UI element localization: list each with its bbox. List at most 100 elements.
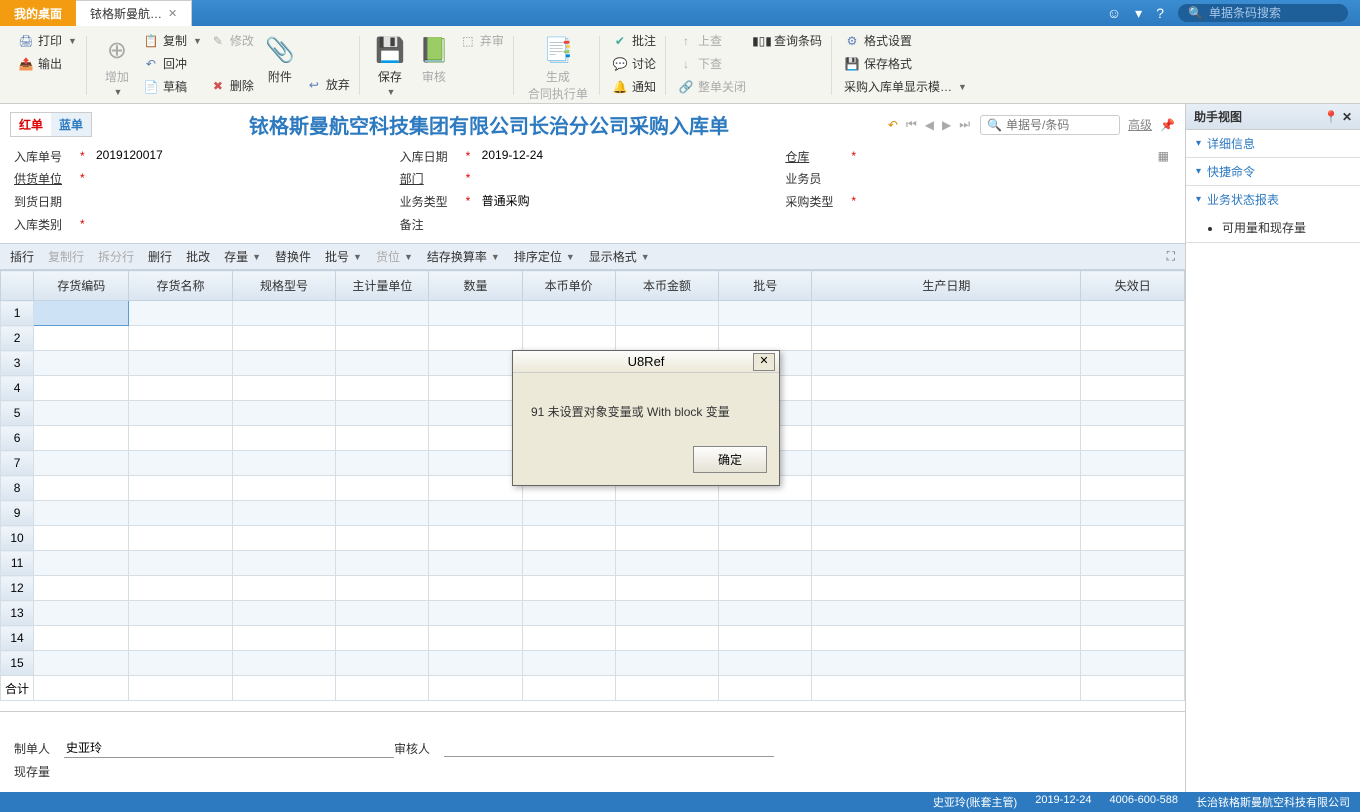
copy-row-button[interactable]: 复制行 [48,248,84,265]
grid-cell[interactable] [522,551,615,576]
grid-cell[interactable] [336,476,429,501]
grid-cell[interactable] [812,351,1081,376]
row-number[interactable]: 14 [1,626,34,651]
grid-cell[interactable] [34,601,129,626]
biz-type-field[interactable]: 普通采购 [480,191,786,211]
top-search-input[interactable] [1209,6,1338,20]
table-row[interactable]: 13 [1,601,1185,626]
receipt-date-field[interactable]: 2019-12-24 [480,147,786,165]
grid-cell[interactable] [34,376,129,401]
row-number[interactable]: 5 [1,401,34,426]
grid-cell[interactable] [34,551,129,576]
grid-cell[interactable] [429,626,522,651]
save-format-button[interactable]: 💾保存格式 [840,53,971,74]
dialog-titlebar[interactable]: U8Ref ✕ [513,351,779,373]
grid-cell[interactable] [1081,526,1185,551]
dialog-ok-button[interactable]: 确定 [693,446,767,473]
receipt-cat-field[interactable] [94,215,400,233]
grid-cell[interactable] [615,576,718,601]
blue-doc-tab[interactable]: 蓝单 [51,113,91,136]
grid-cell[interactable] [812,601,1081,626]
grid-cell[interactable] [336,626,429,651]
close-icon[interactable]: ✕ [168,7,177,20]
grid-cell[interactable] [336,351,429,376]
auditor-field[interactable] [444,739,774,757]
grid-cell[interactable] [336,601,429,626]
location-button[interactable]: 货位▼ [376,248,413,265]
purch-type-field[interactable] [865,192,1171,210]
grid-cell[interactable] [232,601,335,626]
notify-button[interactable]: 🔔通知 [608,76,660,97]
grid-cell[interactable] [522,326,615,351]
grid-cell[interactable] [1081,551,1185,576]
grid-cell[interactable] [615,301,718,326]
grid-cell[interactable] [232,651,335,676]
grid-cell[interactable] [232,476,335,501]
grid-cell[interactable] [812,326,1081,351]
picker-icon[interactable]: ▦ [1158,149,1169,163]
grid-cell[interactable] [34,576,129,601]
grid-cell[interactable] [615,501,718,526]
table-row[interactable]: 1 [1,301,1185,326]
grid-cell[interactable] [429,426,522,451]
grid-cell[interactable] [719,601,812,626]
table-row[interactable]: 9 [1,501,1185,526]
copy-button[interactable]: 📋复制▼ [139,30,206,51]
replace-button[interactable]: 替换件 [275,248,311,265]
draft-button[interactable]: 📄草稿 [139,76,206,97]
grid-cell[interactable] [336,451,429,476]
dept-field[interactable] [480,169,786,187]
grid-cell[interactable] [1081,451,1185,476]
grid-cell[interactable] [336,401,429,426]
grid-cell[interactable] [429,551,522,576]
insert-row-button[interactable]: 插行 [10,248,34,265]
grid-cell[interactable] [336,326,429,351]
grid-cell[interactable] [615,326,718,351]
grid-cell[interactable] [336,526,429,551]
grid-cell[interactable] [1081,576,1185,601]
report-item-avail-stock[interactable]: 可用量和现存量 [1222,217,1360,238]
grid-cell[interactable] [812,476,1081,501]
grid-cell[interactable] [429,451,522,476]
operator-field[interactable] [865,169,1171,187]
top-search-box[interactable]: 🔍 [1178,4,1348,22]
abandon-button[interactable]: ↩放弃 [302,74,354,95]
grid-cell[interactable] [129,651,232,676]
row-number[interactable]: 13 [1,601,34,626]
display-template-select[interactable]: 采购入库单显示模…▼ [840,76,971,97]
grid-cell[interactable] [1081,426,1185,451]
col-expdate[interactable]: 失效日 [1081,271,1185,301]
pin-icon[interactable]: 📌 [1160,118,1175,132]
grid-cell[interactable] [232,376,335,401]
col-proddate[interactable]: 生产日期 [812,271,1081,301]
col-amount[interactable]: 本币金额 [615,271,718,301]
grid-cell[interactable] [232,426,335,451]
grid-cell[interactable] [812,651,1081,676]
receipt-no-field[interactable]: 2019120017 [94,147,400,165]
grid-cell[interactable] [522,651,615,676]
row-number[interactable]: 9 [1,501,34,526]
grid-cell[interactable] [615,626,718,651]
grid-cell[interactable] [129,351,232,376]
nav-last-icon[interactable]: ⏭ [957,115,972,134]
grid-cell[interactable] [812,526,1081,551]
row-number[interactable]: 15 [1,651,34,676]
grid-cell[interactable] [615,526,718,551]
col-code[interactable]: 存货编码 [34,271,129,301]
query-barcode-button[interactable]: ▮▯▮查询条码 [750,30,826,51]
check-up-button[interactable]: ↑上查 [674,30,750,51]
grid-cell[interactable] [812,401,1081,426]
grid-cell[interactable] [522,526,615,551]
grid-cell[interactable] [129,376,232,401]
grid-cell[interactable] [34,351,129,376]
col-spec[interactable]: 规格型号 [232,271,335,301]
grid-cell[interactable] [232,576,335,601]
section-report[interactable]: 业务状态报表 [1186,186,1360,213]
row-number[interactable]: 8 [1,476,34,501]
grid-cell[interactable] [34,401,129,426]
nav-prev-icon[interactable]: ◀ [923,116,936,134]
del-row-button[interactable]: 删行 [148,248,172,265]
supplier-field[interactable] [94,169,400,187]
grid-cell[interactable] [429,301,522,326]
grid-cell[interactable] [429,476,522,501]
